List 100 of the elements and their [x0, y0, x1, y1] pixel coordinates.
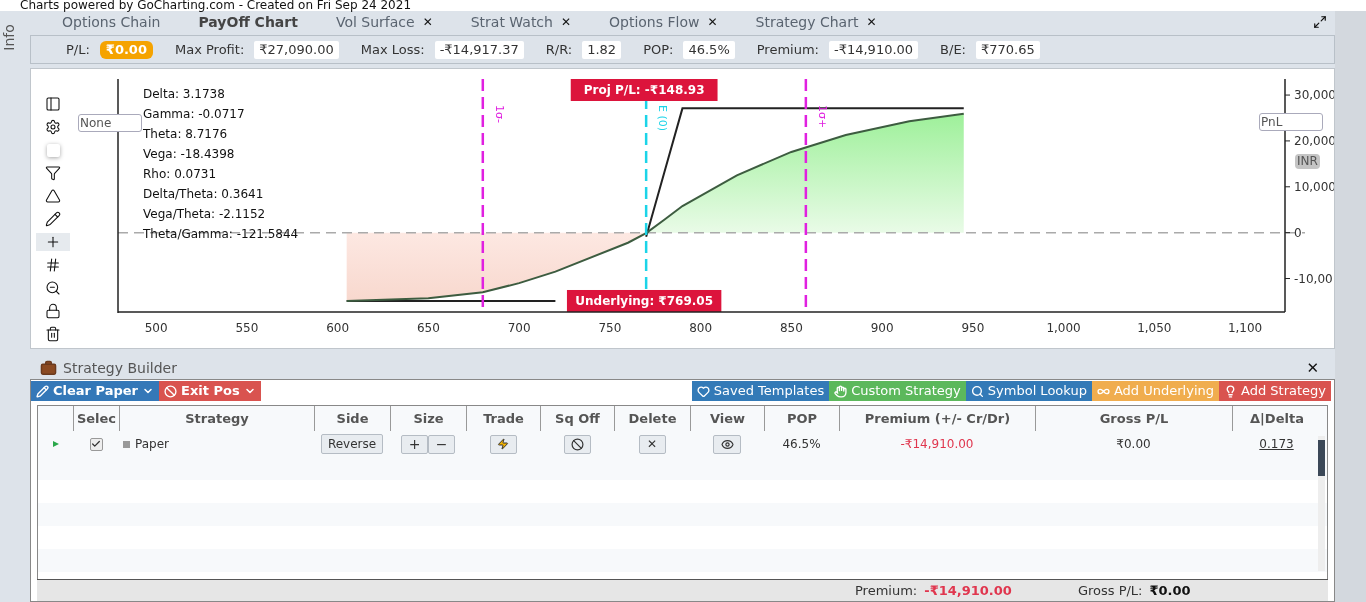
annotation: Underlying: ₹769.05: [575, 293, 714, 308]
x-tick-label: 950: [961, 321, 985, 335]
reverse-button[interactable]: Reverse: [320, 434, 384, 454]
view-button[interactable]: [713, 434, 741, 454]
left-axis-field[interactable]: None: [78, 114, 142, 132]
y-tick-label: 0: [1294, 225, 1302, 240]
filter-icon: [45, 165, 61, 181]
x-tick-label: 500: [144, 321, 168, 335]
x-tick-label: 1,000: [1046, 321, 1081, 335]
check-icon: [91, 439, 101, 449]
stat-label: Premium:: [756, 40, 819, 59]
tab[interactable]: Strategy Chart ✕: [755, 11, 877, 33]
pencil-icon: [36, 384, 49, 398]
stat-label: Max Profit:: [174, 40, 245, 59]
grid-icon: [45, 257, 61, 273]
marker-label: 1σ+: [815, 105, 829, 129]
hand-icon: [834, 384, 848, 398]
footer-value: -₹14,910.00: [924, 581, 1012, 600]
decrease-button[interactable]: −: [428, 434, 455, 454]
y-tick-label: -10,00: [1294, 271, 1333, 286]
increase-button[interactable]: +: [401, 434, 428, 454]
stat-value: -₹14,917.37: [434, 40, 524, 59]
x-tick-label: 1,050: [1137, 321, 1172, 335]
triangle-icon: [45, 188, 61, 204]
tab[interactable]: Options Flow ✕: [609, 11, 718, 33]
x-tick-label: 800: [689, 321, 713, 335]
x-tick-label: 600: [326, 321, 350, 335]
briefcase-icon: [40, 359, 57, 377]
scrollbar[interactable]: [1318, 436, 1325, 571]
marker-label: 1σ-: [492, 105, 506, 123]
info-tab[interactable]: Info: [0, 24, 20, 51]
stat-value: ₹770.65: [976, 40, 1040, 59]
close-icon[interactable]: ✕: [866, 13, 877, 31]
greek-value: Theta/Gamma: -121.5844: [143, 226, 299, 243]
strategy-swatch: [123, 440, 130, 448]
greek-value: Vega/Theta: -2.1152: [143, 206, 267, 223]
close-icon[interactable]: ✕: [560, 13, 571, 31]
panel-icon: [45, 96, 61, 112]
crosshair-icon: [45, 234, 61, 250]
lock-icon: [45, 303, 61, 319]
stat-label: R/R:: [545, 40, 573, 59]
bolt-icon: [497, 438, 509, 450]
stat-label: B/E:: [940, 40, 966, 59]
stat-label: POP:: [643, 40, 674, 59]
close-icon[interactable]: ✕: [1306, 356, 1319, 380]
greek-value: Rho: 0.0731: [143, 166, 218, 183]
tab[interactable]: Options Chain: [62, 11, 161, 33]
play-icon: [51, 440, 60, 448]
greek-value: Gamma: -0.0717: [143, 106, 246, 123]
panel-title: Strategy Builder: [63, 358, 178, 378]
gross-pl-cell-text: ₹0.00: [1115, 436, 1152, 453]
tab[interactable]: Vol Surface ✕: [335, 11, 433, 33]
close-icon[interactable]: ✕: [422, 13, 433, 31]
greek-value: Delta/Theta: 0.3641: [143, 186, 265, 203]
value-label: Underlying: ₹769.05: [566, 290, 722, 312]
color-swatch[interactable]: [46, 143, 60, 157]
greek-value: Vega: -18.4398: [143, 146, 236, 163]
expand-icon[interactable]: [1313, 15, 1327, 29]
toolbar-button[interactable]: Exit Pos: [159, 381, 261, 401]
close-icon[interactable]: ✕: [707, 13, 718, 31]
x-tick-label: 850: [779, 321, 803, 335]
stat-value: ₹0.00: [99, 40, 153, 59]
bulb-icon: [1224, 384, 1237, 398]
greek-value: Delta: 3.1738: [143, 86, 226, 103]
marker-label: E (0): [656, 105, 670, 132]
x-tick-label: 550: [235, 321, 259, 335]
stat-value: 1.82: [582, 40, 622, 59]
toolbar-button[interactable]: Add Strategy: [1219, 381, 1331, 401]
row-checkbox[interactable]: [89, 437, 103, 451]
right-axis-field[interactable]: PnL: [1259, 113, 1323, 131]
delete-button[interactable]: ✕: [638, 434, 666, 454]
pop-cell-text: 46.5%: [781, 436, 822, 453]
annotation: Proj P/L: -₹148.93: [583, 83, 705, 97]
footer-value: ₹0.00: [1149, 581, 1191, 600]
trade-button[interactable]: [489, 434, 517, 454]
zoom-out-icon: [45, 280, 61, 296]
x-tick-label: 900: [870, 321, 894, 335]
square-off-button[interactable]: [563, 434, 591, 454]
stat-value: -₹14,910.00: [829, 40, 919, 59]
currency-badge: INR: [1295, 154, 1320, 169]
stat-label: P/L:: [66, 40, 90, 59]
footer-label: Premium:: [855, 581, 918, 600]
greek-value: Theta: 8.7176: [143, 126, 229, 143]
stat-label: Max Loss:: [360, 40, 425, 59]
settings-icon: [45, 119, 61, 135]
toolbar-button[interactable]: Saved Templates: [691, 381, 830, 401]
search-icon: [970, 384, 984, 398]
tab[interactable]: Strat Watch ✕: [470, 11, 571, 33]
delta-link[interactable]: 0.173: [1232, 435, 1321, 453]
x-tick-label: 750: [598, 321, 622, 335]
x-tick-label: 700: [507, 321, 531, 335]
toolbar-button[interactable]: Clear Paper: [31, 381, 159, 401]
eye-icon: [720, 437, 734, 451]
footer-label: Gross P/L:: [1077, 581, 1143, 600]
toolbar-button[interactable]: Symbol Lookup: [965, 381, 1092, 401]
tab[interactable]: PayOff Chart: [198, 11, 298, 33]
heart-icon: [696, 384, 710, 398]
value-label: Proj P/L: -₹148.93: [570, 79, 718, 101]
trash-icon: [45, 326, 61, 342]
ban-icon: [570, 437, 584, 451]
